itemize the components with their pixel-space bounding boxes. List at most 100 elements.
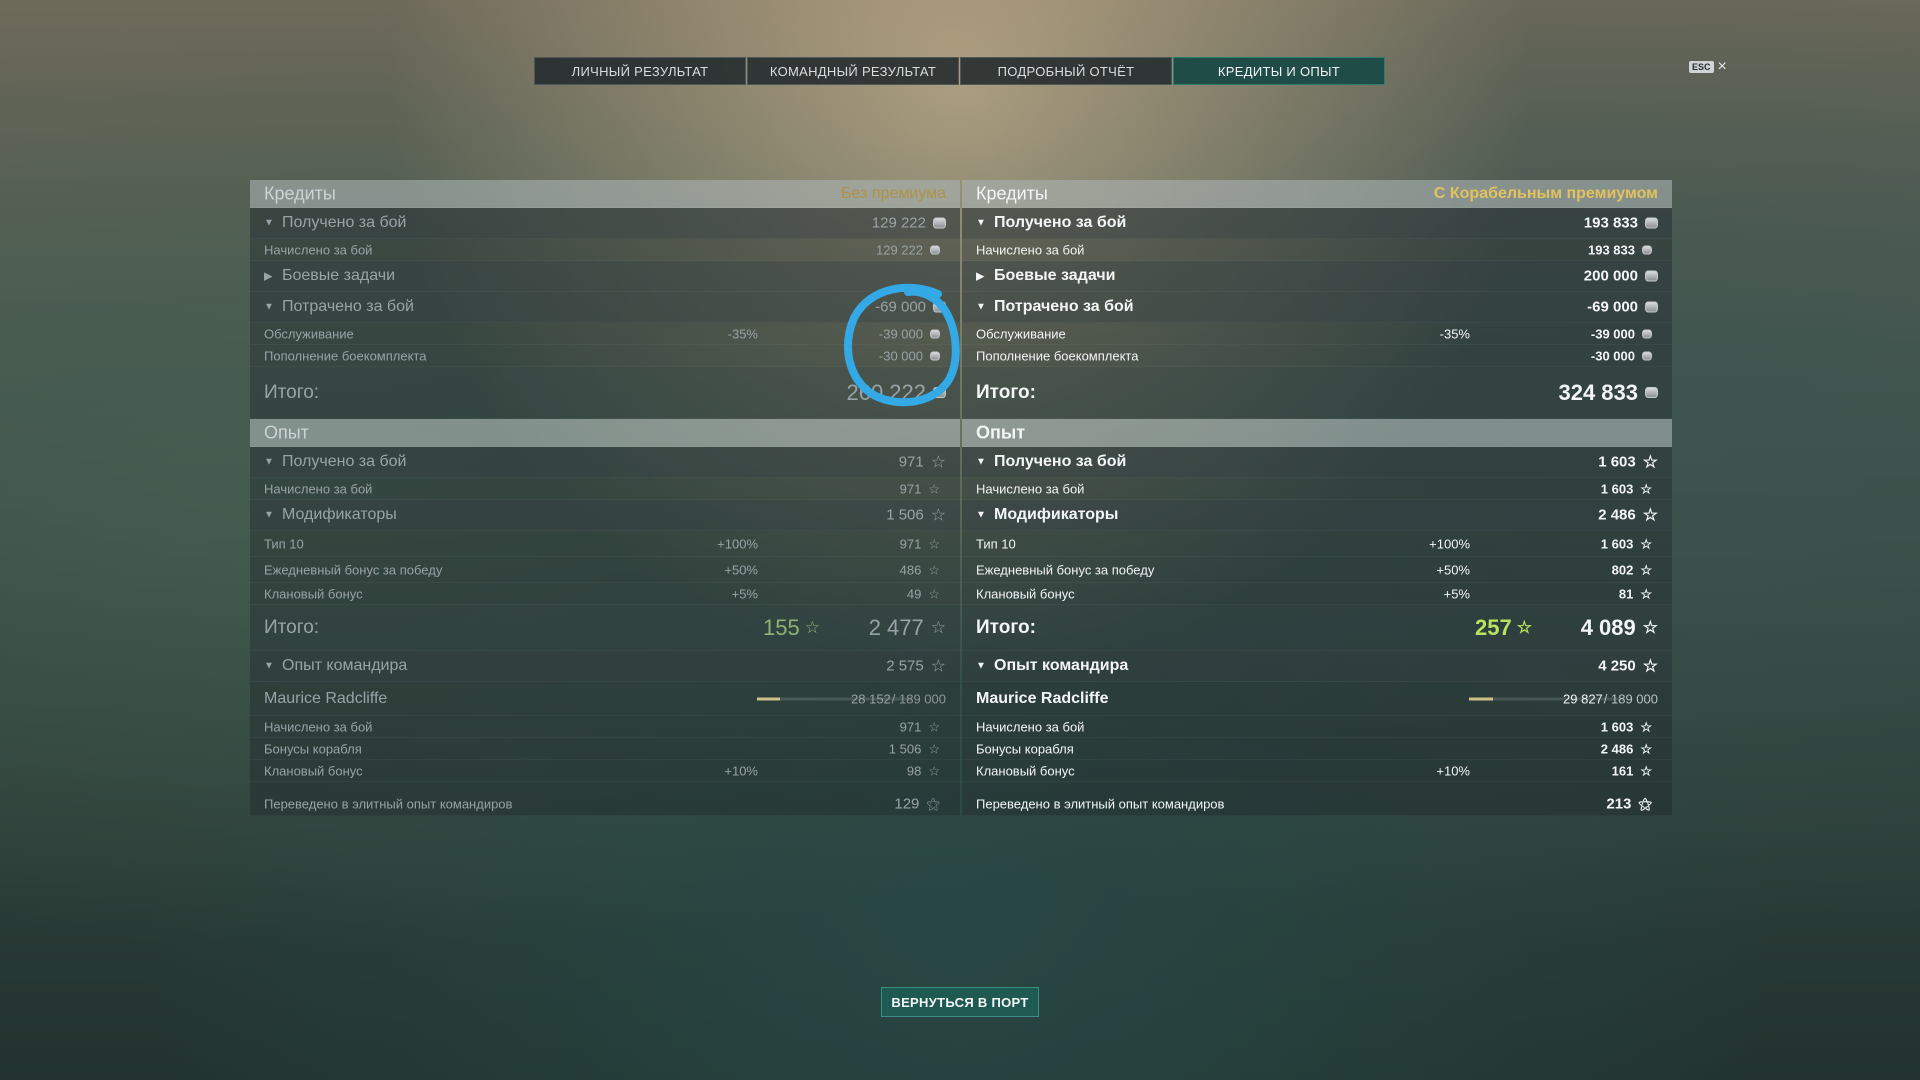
xp-total-row: Итого: 257 ☆ 4 089 ☆ xyxy=(962,605,1672,651)
annotation-circle xyxy=(844,283,960,407)
star-icon: ☆ xyxy=(930,656,946,676)
star-icon: ☆ xyxy=(928,719,940,734)
coin-icon xyxy=(930,245,940,254)
ship-bonus-row: Бонусы корабля 2 486 ☆ xyxy=(962,738,1672,760)
clan-bonus-label: Клановый бонус xyxy=(976,586,1075,601)
elite-xp-icon: ⚝ xyxy=(1638,795,1652,812)
daily-bonus-row: Ежедневный бонус за победу +50% 486 ☆ xyxy=(250,557,960,583)
ammo-label: Пополнение боекомплекта xyxy=(264,348,427,363)
earned-row[interactable]: ▼ Получено за бой 129 222 xyxy=(250,208,960,239)
star-icon: ☆ xyxy=(1640,763,1652,778)
combat-missions-label: Боевые задачи xyxy=(282,267,396,284)
accrued-value: 193 833 xyxy=(1588,242,1652,257)
tier-row: Тип 10 +100% 971 ☆ xyxy=(250,531,960,557)
ship-bonus-value: 1 506 ☆ xyxy=(889,741,940,756)
free-xp-amount: 155 xyxy=(763,614,800,640)
credits-panel-premium: Кредиты С Корабельным премиумом ▼ Получе… xyxy=(962,180,1672,816)
elite-xp-icon: ⚝ xyxy=(926,795,940,812)
tab-personal-result[interactable]: ЛИЧНЫЙ РЕЗУЛЬТАТ xyxy=(534,57,746,85)
tier-percent: +100% xyxy=(1429,536,1470,551)
xp-accrued-row: Начислено за бой 971 ☆ xyxy=(250,478,960,500)
xp-earned-label: Получено за бой xyxy=(282,453,407,470)
xp-earned-row[interactable]: ▼ Получено за бой 971 ☆ xyxy=(250,447,960,478)
spent-value: -69 000 xyxy=(1587,299,1658,316)
daily-bonus-row: Ежедневный бонус за победу +50% 802 ☆ xyxy=(962,557,1672,583)
xp-total-amount: 2 477 xyxy=(868,614,924,640)
modifiers-value: 2 486 ☆ xyxy=(1598,507,1658,524)
commander-xp-current: 28 152 xyxy=(851,691,891,706)
cmd-accrued-label: Начислено за бой xyxy=(264,719,373,734)
ship-bonus-row: Бонусы корабля 1 506 ☆ xyxy=(250,738,960,760)
cmd-clan-bonus-value: 98 ☆ xyxy=(907,763,940,778)
modifiers-value: 1 506 ☆ xyxy=(886,507,946,524)
daily-bonus-label: Ежедневный бонус за победу xyxy=(264,562,443,577)
commander-xp-amount: 4 250 xyxy=(1598,657,1636,675)
earned-row[interactable]: ▼ Получено за бой 193 833 xyxy=(962,208,1672,239)
tab-team-result[interactable]: КОМАНДНЫЙ РЕЗУЛЬТАТ xyxy=(747,57,959,85)
daily-bonus-label: Ежедневный бонус за победу xyxy=(976,562,1155,577)
ammo-value: -30 000 xyxy=(1591,348,1652,363)
commander-row: Maurice Radcliffe 28 152 / 189 000 xyxy=(250,682,960,716)
cmd-accrued-value: 971 ☆ xyxy=(900,719,940,734)
xp-earned-row[interactable]: ▼ Получено за бой 1 603 ☆ xyxy=(962,447,1672,478)
accrued-amount: 129 222 xyxy=(876,242,923,257)
star-icon: ☆ xyxy=(1640,536,1652,551)
xp-accrued-value: 1 603 ☆ xyxy=(1601,481,1652,496)
credits-title: Кредиты xyxy=(264,183,336,203)
combat-missions-row[interactable]: ▶ Боевые задачи 200 000 xyxy=(962,261,1672,292)
elite-xp-row: Переведено в элитный опыт командиров 129… xyxy=(250,792,960,816)
close-icon[interactable]: × xyxy=(1718,59,1727,75)
commander-xp-progress: 28 152 / 189 000 xyxy=(851,691,946,706)
earned-label: Получено за бой xyxy=(994,214,1127,231)
combat-missions-amount: 200 000 xyxy=(1583,267,1638,285)
daily-bonus-value: 486 ☆ xyxy=(900,562,940,577)
star-icon: ☆ xyxy=(1640,562,1652,577)
cmd-clan-bonus-value: 161 ☆ xyxy=(1612,763,1652,778)
star-icon: ☆ xyxy=(804,618,820,637)
tier-label: Тип 10 xyxy=(976,536,1016,551)
clan-bonus-value: 49 ☆ xyxy=(907,586,940,601)
commander-xp-row[interactable]: ▼ Опыт командира 4 250 ☆ xyxy=(962,651,1672,682)
service-percent: -35% xyxy=(727,326,758,341)
daily-bonus-percent: +50% xyxy=(724,562,758,577)
xp-accrued-label: Начислено за бой xyxy=(976,481,1085,496)
free-xp-amount: 257 xyxy=(1475,614,1512,640)
earned-label: Получено за бой xyxy=(282,214,407,231)
clan-bonus-row: Клановый бонус +5% 81 ☆ xyxy=(962,583,1672,605)
xp-accrued-row: Начислено за бой 1 603 ☆ xyxy=(962,478,1672,500)
tier-row: Тип 10 +100% 1 603 ☆ xyxy=(962,531,1672,557)
modifiers-amount: 2 486 xyxy=(1598,506,1636,524)
cmd-clan-bonus-percent: +10% xyxy=(724,763,758,778)
credits-title: Кредиты xyxy=(976,183,1048,203)
commander-xp-progress: 29 827 / 189 000 xyxy=(1563,691,1658,706)
star-icon: ☆ xyxy=(928,586,940,601)
daily-bonus-amount: 802 xyxy=(1611,562,1634,577)
tab-detailed-report[interactable]: ПОДРОБНЫЙ ОТЧЁТ xyxy=(960,57,1172,85)
star-icon: ☆ xyxy=(1642,656,1658,676)
earned-value: 193 833 xyxy=(1584,215,1658,232)
combat-missions-value: 200 000 xyxy=(1584,268,1658,285)
cmd-clan-bonus-amount: 161 xyxy=(1611,763,1634,778)
cmd-clan-bonus-percent: +10% xyxy=(1436,763,1470,778)
tab-credits-and-xp[interactable]: КРЕДИТЫ И ОПЫТ xyxy=(1173,57,1385,85)
star-icon: ☆ xyxy=(1642,452,1658,472)
return-to-port-button[interactable]: ВЕРНУТЬСЯ В ПОРТ xyxy=(881,987,1039,1017)
free-xp-total: 257 ☆ xyxy=(1475,615,1532,641)
elite-xp-label: Переведено в элитный опыт командиров xyxy=(264,796,513,811)
commander-xp-value: 4 250 ☆ xyxy=(1598,658,1658,675)
coin-icon xyxy=(1645,270,1658,282)
xp-total-value: 4 089 ☆ xyxy=(1581,615,1658,641)
modifiers-row[interactable]: ▼ Модификаторы 1 506 ☆ xyxy=(250,500,960,531)
modifiers-amount: 1 506 xyxy=(886,506,924,524)
cmd-clan-bonus-amount: 98 xyxy=(906,763,922,778)
coin-icon xyxy=(1645,217,1658,229)
coin-icon xyxy=(933,217,946,229)
commander-xp-max: / 189 000 xyxy=(1603,691,1658,706)
star-icon: ☆ xyxy=(930,505,946,525)
esc-close-button[interactable]: ESC × xyxy=(1689,59,1727,75)
star-icon: ☆ xyxy=(928,741,940,756)
modifiers-row[interactable]: ▼ Модификаторы 2 486 ☆ xyxy=(962,500,1672,531)
spent-row[interactable]: ▼ Потрачено за бой -69 000 xyxy=(962,292,1672,323)
ship-bonus-amount: 2 486 xyxy=(1600,741,1634,756)
commander-xp-row[interactable]: ▼ Опыт командира 2 575 ☆ xyxy=(250,651,960,682)
